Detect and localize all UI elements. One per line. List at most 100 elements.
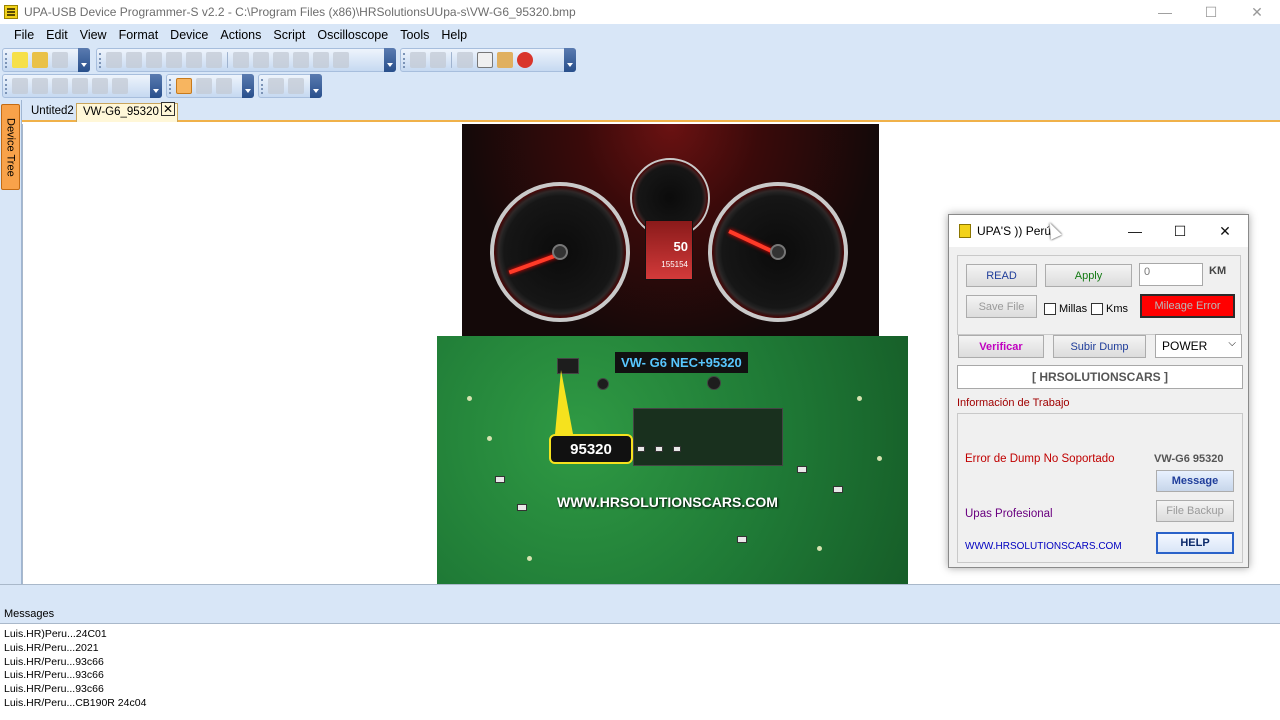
menu-actions[interactable]: Actions: [214, 28, 267, 42]
forward-icon[interactable]: [126, 52, 142, 68]
undo-icon[interactable]: [233, 52, 249, 68]
smd-part: [673, 446, 681, 452]
power-select-value: POWER: [1162, 339, 1208, 353]
pcb-image: VW- G6 NEC+95320 95320 WWW.HRSOLUTIONSCA…: [437, 336, 908, 584]
save-icon[interactable]: [52, 52, 68, 68]
dialog-body: READ Apply 0 KM Save File Millas Kms Mil…: [949, 247, 1248, 567]
dialog-minimize-button[interactable]: —: [1121, 221, 1149, 241]
toolbar-chevron-icon[interactable]: [78, 48, 90, 72]
tab-close-icon[interactable]: ✕: [161, 102, 175, 116]
open-folder-icon[interactable]: [32, 52, 48, 68]
toolbar-chevron-icon[interactable]: [150, 74, 162, 98]
menu-format[interactable]: Format: [113, 28, 165, 42]
kms-checkbox-box[interactable]: [1091, 303, 1103, 315]
verificar-button[interactable]: Verificar: [958, 335, 1044, 358]
align-icon[interactable]: [273, 52, 289, 68]
website-link[interactable]: WWW.HRSOLUTIONSCARS.COM: [965, 541, 1122, 552]
select-icon[interactable]: [216, 78, 232, 94]
title-bar: UPA-USB Device Programmer-S v2.2 - C:\Pr…: [0, 0, 1280, 24]
play-icon[interactable]: [268, 78, 284, 94]
smd-part: [797, 466, 807, 473]
align-right-icon[interactable]: [112, 78, 128, 94]
upa-programmer-window: UPA-USB Device Programmer-S v2.2 - C:\Pr…: [0, 0, 1280, 720]
dialog-close-button[interactable]: ✕: [1211, 221, 1239, 241]
minimize-button[interactable]: —: [1142, 0, 1188, 24]
italic-icon[interactable]: [32, 78, 48, 94]
verify-icon[interactable]: [457, 52, 473, 68]
pointer-icon[interactable]: [176, 78, 192, 94]
underline-icon[interactable]: [52, 78, 68, 94]
device-tree-tab[interactable]: Device Tree: [1, 104, 20, 190]
close-button[interactable]: ✕: [1234, 0, 1280, 24]
menu-oscilloscope[interactable]: Oscilloscope: [311, 28, 394, 42]
align-center-icon[interactable]: [92, 78, 108, 94]
delete-icon[interactable]: [206, 52, 222, 68]
km-input[interactable]: 0: [1139, 263, 1203, 286]
km-unit-label: KM: [1205, 263, 1235, 286]
menu-help[interactable]: Help: [435, 28, 473, 42]
apply-button[interactable]: Apply: [1045, 264, 1132, 287]
toolbar-chevron-icon[interactable]: [242, 74, 254, 98]
menu-device[interactable]: Device: [164, 28, 214, 42]
messages-list: Luis.HR)Peru...24C01 Luis.HR/Peru...2021…: [0, 624, 1280, 720]
file-backup-button[interactable]: File Backup: [1156, 500, 1234, 522]
menu-edit[interactable]: Edit: [40, 28, 74, 42]
chip-caption: VW- G6 NEC+95320: [615, 352, 748, 373]
smd-part: [517, 504, 527, 511]
message-button[interactable]: Message: [1156, 470, 1234, 492]
chip-callout: 95320: [549, 434, 633, 464]
grid-icon[interactable]: [293, 52, 309, 68]
link-icon[interactable]: [313, 52, 329, 68]
toolbar-chevron-icon[interactable]: [564, 48, 576, 72]
mileage-error-button[interactable]: Mileage Error: [1140, 294, 1235, 318]
help-button[interactable]: HELP: [1156, 532, 1234, 554]
side-panel: Device Tree: [0, 100, 22, 610]
menu-view[interactable]: View: [74, 28, 113, 42]
copy-icon[interactable]: [166, 52, 182, 68]
paste-icon[interactable]: [186, 52, 202, 68]
toolbar-chevron-icon[interactable]: [310, 74, 322, 98]
dialog-title: UPA'S )) Perú: [977, 224, 1052, 238]
dialog-maximize-button[interactable]: ☐: [1166, 221, 1194, 241]
save-file-button[interactable]: Save File: [966, 295, 1037, 318]
upas-peru-dialog: UPA'S )) Perú — ☐ ✕ READ Apply 0 KM Save…: [948, 214, 1249, 568]
via: [857, 396, 862, 401]
menu-tools[interactable]: Tools: [394, 28, 435, 42]
kms-checkbox[interactable]: Kms: [1091, 303, 1128, 315]
unlink-icon[interactable]: [333, 52, 349, 68]
bug-icon[interactable]: [517, 52, 533, 68]
menu-script[interactable]: Script: [267, 28, 311, 42]
bold-icon[interactable]: [12, 78, 28, 94]
maximize-button[interactable]: ☐: [1188, 0, 1234, 24]
via: [877, 456, 882, 461]
smd-part: [637, 446, 645, 452]
millas-checkbox[interactable]: Millas: [1044, 303, 1087, 315]
document-icon[interactable]: [477, 52, 493, 68]
new-file-icon[interactable]: [12, 52, 28, 68]
stop-icon[interactable]: [288, 78, 304, 94]
program-icon[interactable]: [497, 52, 513, 68]
subir-dump-button[interactable]: Subir Dump: [1053, 335, 1146, 358]
align-left-icon[interactable]: [72, 78, 88, 94]
mcu-area: [633, 408, 783, 466]
zoom-icon[interactable]: [196, 78, 212, 94]
dialog-app-icon: [959, 224, 971, 238]
connector-pin: [597, 378, 609, 390]
smd-part: [655, 446, 663, 452]
redo-icon[interactable]: [253, 52, 269, 68]
power-select[interactable]: POWER ⌵: [1155, 334, 1242, 358]
toolbar-chevron-icon[interactable]: [384, 48, 396, 72]
horizontal-splitter[interactable]: [0, 584, 1280, 606]
document-tabs: Untited2 VW-G6_95320 ✕: [22, 100, 1280, 122]
message-line: Luis.HR/Peru...93c66: [4, 683, 104, 696]
menu-bar: File Edit View Format Device Actions Scr…: [0, 24, 1280, 46]
menu-file[interactable]: File: [8, 28, 40, 42]
cut-icon[interactable]: [146, 52, 162, 68]
back-icon[interactable]: [106, 52, 122, 68]
millas-checkbox-box[interactable]: [1044, 303, 1056, 315]
toolbar-area: [0, 46, 1280, 100]
erase-icon[interactable]: [430, 52, 446, 68]
tab-untited2[interactable]: Untited2: [25, 103, 80, 122]
chip-icon[interactable]: [410, 52, 426, 68]
read-button[interactable]: READ: [966, 264, 1037, 287]
